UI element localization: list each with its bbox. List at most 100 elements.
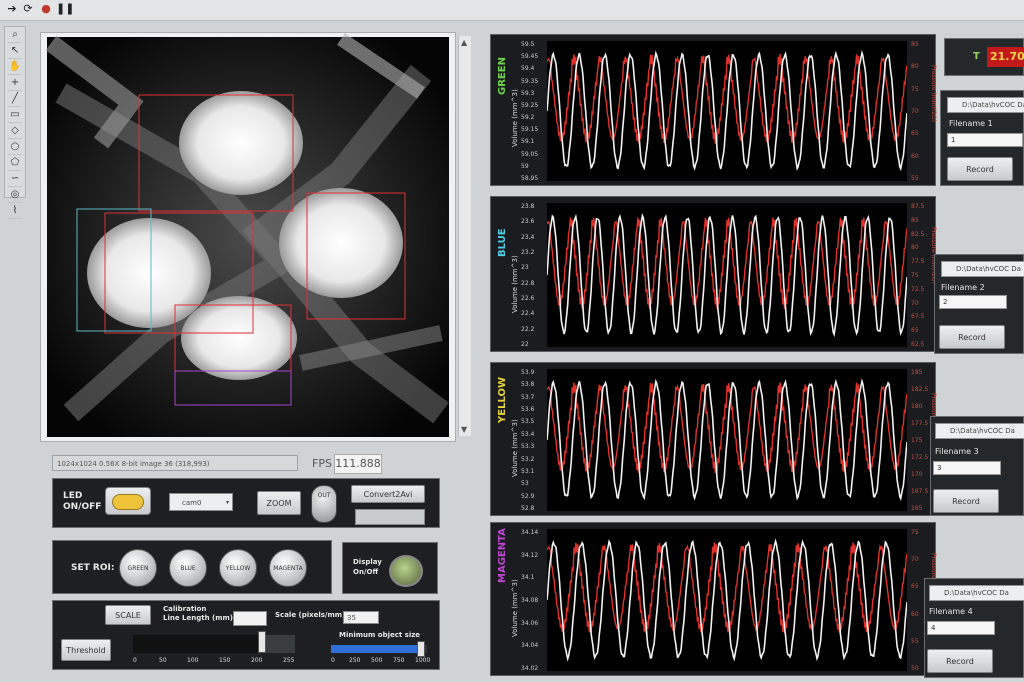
recorder-3-filename-input[interactable]: 3: [933, 461, 1001, 475]
y-tick: 53.2: [521, 455, 535, 463]
recorder-2: D:\Data\hvCOC Da Filename 2 2 Record: [934, 254, 1024, 354]
pressure-tick: 62.5: [911, 341, 925, 348]
threshold-button[interactable]: Threshold: [61, 639, 111, 661]
y-tick: 53.9: [521, 369, 535, 376]
pressure-tick: 60: [911, 610, 919, 618]
pressure-axis-label: Pressure (mmH2O): [930, 65, 937, 122]
abort-icon[interactable]: ●: [40, 3, 52, 15]
run-arrow-icon[interactable]: ➔: [6, 3, 18, 15]
display-toggle[interactable]: [389, 555, 423, 587]
y-tick: 59.25: [521, 101, 539, 109]
pressure-tick: 77.5: [911, 258, 925, 266]
y-tick: 59.45: [521, 53, 539, 61]
camera-view[interactable]: [40, 32, 456, 442]
led-toggle[interactable]: [105, 487, 151, 515]
rect-tool-icon[interactable]: ▭: [8, 108, 22, 123]
y-tick: 23.6: [521, 218, 535, 226]
fps-label: FPS: [312, 457, 332, 470]
min-object-handle[interactable]: [417, 641, 426, 657]
run-continuous-icon[interactable]: ⟳: [22, 3, 34, 15]
waveform-plot[interactable]: [547, 203, 907, 347]
rotated-rect-tool-icon[interactable]: ◇: [8, 124, 22, 139]
zoom-button[interactable]: ZOOM: [257, 491, 301, 515]
threshold-handle[interactable]: [258, 631, 266, 653]
waveform-plot[interactable]: [547, 369, 907, 511]
camera-select-value: cam0: [182, 499, 202, 507]
freehand-tool-icon[interactable]: ∽: [8, 172, 22, 187]
scroll-up-icon[interactable]: ▲: [461, 38, 467, 47]
polygon-tool-icon[interactable]: ⬠: [8, 156, 22, 171]
pressure-tick: 65: [911, 583, 919, 591]
plot-panel-green: GREEN Volume (mm^3) 59.5 59.45 59.4 59.35 59.3…: [490, 34, 937, 186]
zoom-tool-icon[interactable]: ⌕: [8, 28, 22, 43]
channel-label: BLUE: [497, 228, 508, 257]
threshold-slider[interactable]: [133, 631, 295, 653]
pressure-tick: 170: [911, 471, 923, 478]
threshold-fill: [133, 635, 261, 653]
min-object-tick: 250: [349, 657, 361, 664]
line-tool-icon[interactable]: ╱: [8, 92, 22, 107]
recorder-3-record-button[interactable]: Record: [933, 489, 999, 513]
vertical-scrollbar[interactable]: ▲ ▼: [458, 36, 471, 436]
recorder-1-path[interactable]: D:\Data\hvCOC Da: [947, 97, 1024, 113]
recorder-3-path[interactable]: D:\Data\hvCOC Da: [935, 423, 1024, 439]
toolbar: ➔ ⟳ ● ❚❚: [0, 0, 1024, 21]
pressure-tick: 55: [911, 637, 919, 645]
roi-yellow-button[interactable]: YELLOW: [219, 549, 257, 587]
calibration-panel: SCALE Calibration Line Length (mm) Scale…: [52, 600, 440, 670]
pressure-tick: 60: [911, 152, 919, 160]
recorder-4-record-button[interactable]: Record: [927, 649, 993, 673]
roi-blue-button[interactable]: BLUE: [169, 549, 207, 587]
roi-green-button[interactable]: GREEN: [119, 549, 157, 587]
pressure-tick: 182.5: [911, 386, 929, 393]
min-object-tick: 1000: [415, 657, 431, 664]
camera-select[interactable]: cam0 ▾: [169, 493, 233, 511]
recorder-1-record-button[interactable]: Record: [947, 157, 1013, 181]
y-tick: 52.8: [521, 505, 535, 512]
min-object-slider[interactable]: [331, 641, 427, 657]
y-tick: 23: [521, 264, 529, 272]
channel-label: MAGENTA: [497, 528, 508, 583]
convert-avi-button[interactable]: Convert2Avi: [351, 485, 425, 503]
chevron-down-icon: ▾: [225, 499, 229, 506]
recorder-4-path[interactable]: D:\Data\hvCOC Da: [929, 585, 1024, 601]
y-tick: 34.08: [521, 597, 539, 604]
broken-line-tool-icon[interactable]: ⌇: [8, 204, 22, 219]
pointer-tool-icon[interactable]: ↖: [8, 44, 22, 59]
y-tick: 53.7: [521, 393, 535, 401]
display-panel: Display On/Off: [342, 542, 438, 594]
display-label: Display On/Off: [353, 558, 382, 576]
scale-button[interactable]: SCALE: [105, 605, 151, 625]
recorder-4-filename-input[interactable]: 4: [927, 621, 995, 635]
waveform-plot[interactable]: [547, 41, 907, 181]
recorder-2-record-button[interactable]: Record: [939, 325, 1005, 349]
annulus-tool-icon[interactable]: ◎: [8, 188, 22, 203]
out-toggle[interactable]: OUT: [311, 485, 337, 523]
waveform-plot[interactable]: [547, 529, 907, 671]
set-roi-label: SET ROI:: [71, 563, 115, 573]
pressure-tick: 50: [911, 665, 919, 672]
recorder-1-filename-input[interactable]: 1: [947, 133, 1023, 147]
recorder-2-path[interactable]: D:\Data\hvCOC Da: [941, 261, 1024, 277]
y-tick: 59.5: [521, 41, 535, 48]
pressure-tick: 65: [911, 130, 919, 138]
pressure-tick: 180: [911, 403, 923, 410]
y-tick: 53.5: [521, 418, 535, 426]
y-tick: 34.12: [521, 551, 539, 559]
y-tick: 23.8: [521, 203, 535, 210]
y-tick: 53.4: [521, 430, 535, 438]
recorder-2-filename-input[interactable]: 2: [939, 295, 1007, 309]
plot-panel-yellow: YELLOW Volume (mm^3) 53.9 53.8 53.7 53.6 53.5 5…: [490, 362, 937, 516]
plot-panel-magenta: MAGENTA Volume (mm^3) 34.14 34.12 34.1 34.08 3…: [490, 522, 937, 676]
crosshair-tool-icon[interactable]: +: [8, 76, 22, 91]
hand-tool-icon[interactable]: ✋: [8, 60, 22, 75]
pressure-tick: 80: [911, 63, 919, 71]
pause-icon[interactable]: ❚❚: [56, 3, 74, 15]
scale-input[interactable]: 35: [343, 611, 379, 624]
scroll-down-icon[interactable]: ▼: [461, 425, 467, 434]
roi-magenta-button[interactable]: MAGENTA: [269, 549, 307, 587]
threshold-tick: 255: [283, 657, 295, 664]
temperature-panel: T 21.70: [944, 38, 1024, 76]
calibration-input[interactable]: [233, 611, 267, 626]
oval-tool-icon[interactable]: ○: [8, 140, 22, 155]
